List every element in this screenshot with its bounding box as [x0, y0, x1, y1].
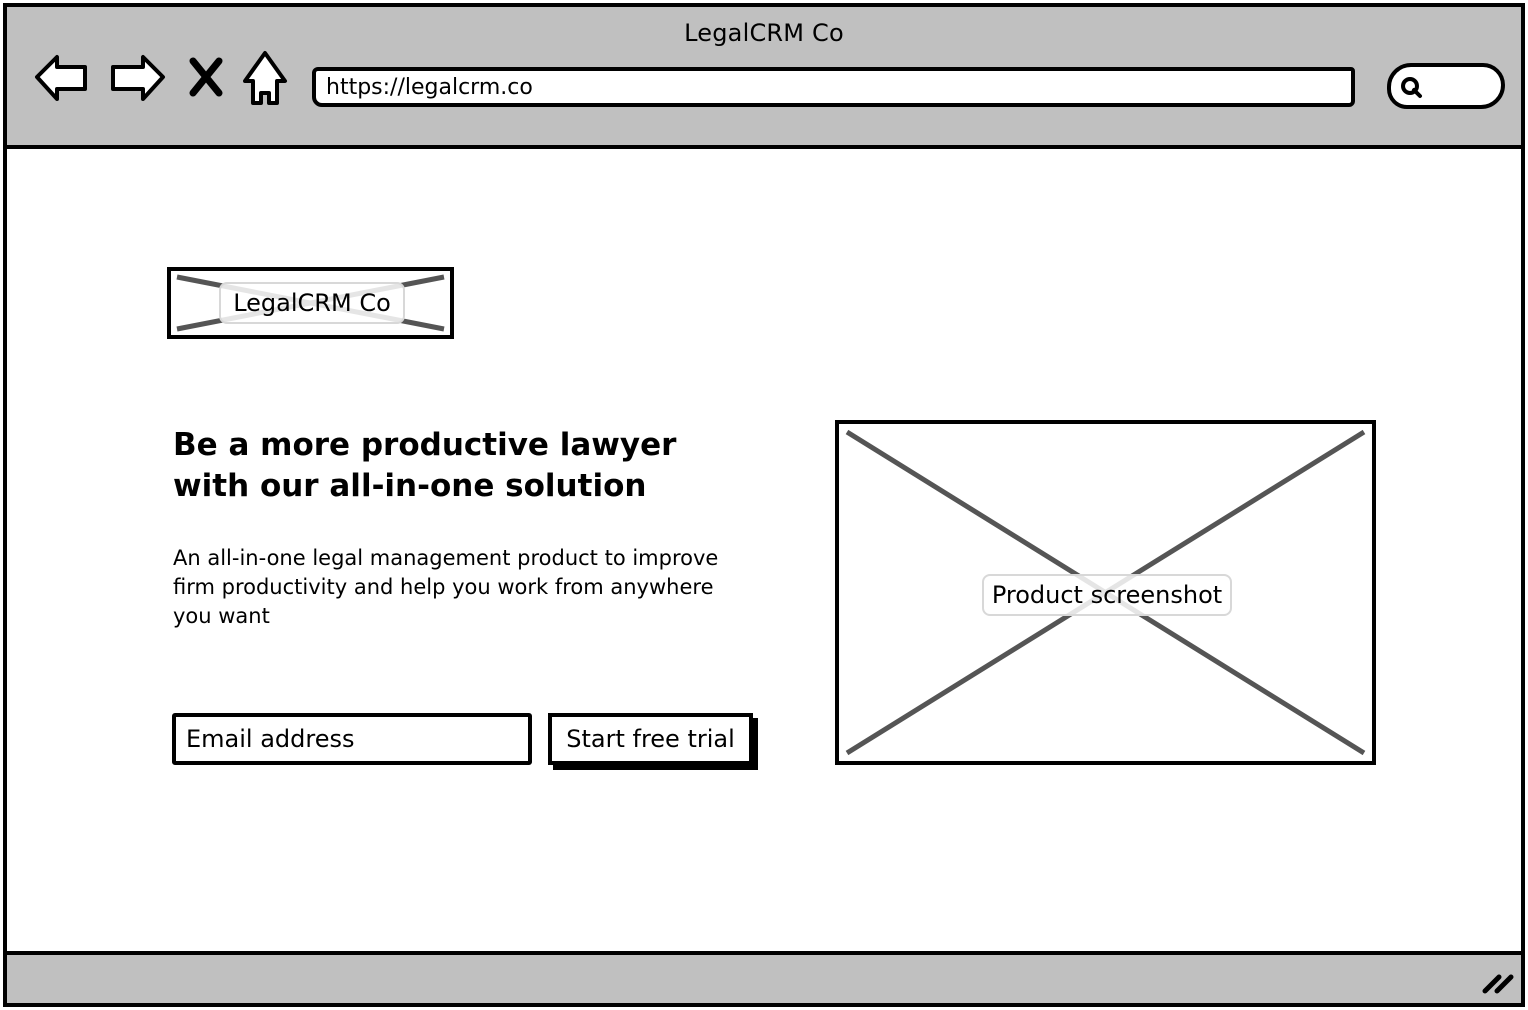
product-screenshot-placeholder: Product screenshot [835, 420, 1376, 765]
hero-subtext: An all-in-one legal management product t… [173, 546, 719, 628]
logo-placeholder: LegalCRM Co [167, 267, 454, 339]
home-icon[interactable] [237, 47, 297, 107]
start-free-trial-button[interactable]: Start free trial [548, 713, 753, 765]
browser-titlebar: LegalCRM Co https://legalcrm.co [7, 7, 1521, 149]
logo-text: LegalCRM Co [219, 282, 405, 324]
browser-window: LegalCRM Co https://legalcrm.co LegalCRM… [3, 3, 1525, 1007]
window-title: LegalCRM Co [684, 19, 844, 47]
back-arrow-icon[interactable] [33, 47, 93, 107]
search-icon [1401, 77, 1422, 98]
product-screenshot-label: Product screenshot [982, 574, 1232, 616]
browser-statusbar [7, 951, 1521, 1003]
hero-headline: Be a more productive lawyer with our all… [173, 427, 677, 504]
forward-arrow-icon[interactable] [107, 47, 167, 107]
browser-search-box[interactable] [1387, 63, 1505, 109]
address-bar[interactable]: https://legalcrm.co [312, 67, 1355, 107]
resize-handle-icon[interactable] [1479, 967, 1515, 997]
email-field[interactable] [172, 713, 532, 765]
